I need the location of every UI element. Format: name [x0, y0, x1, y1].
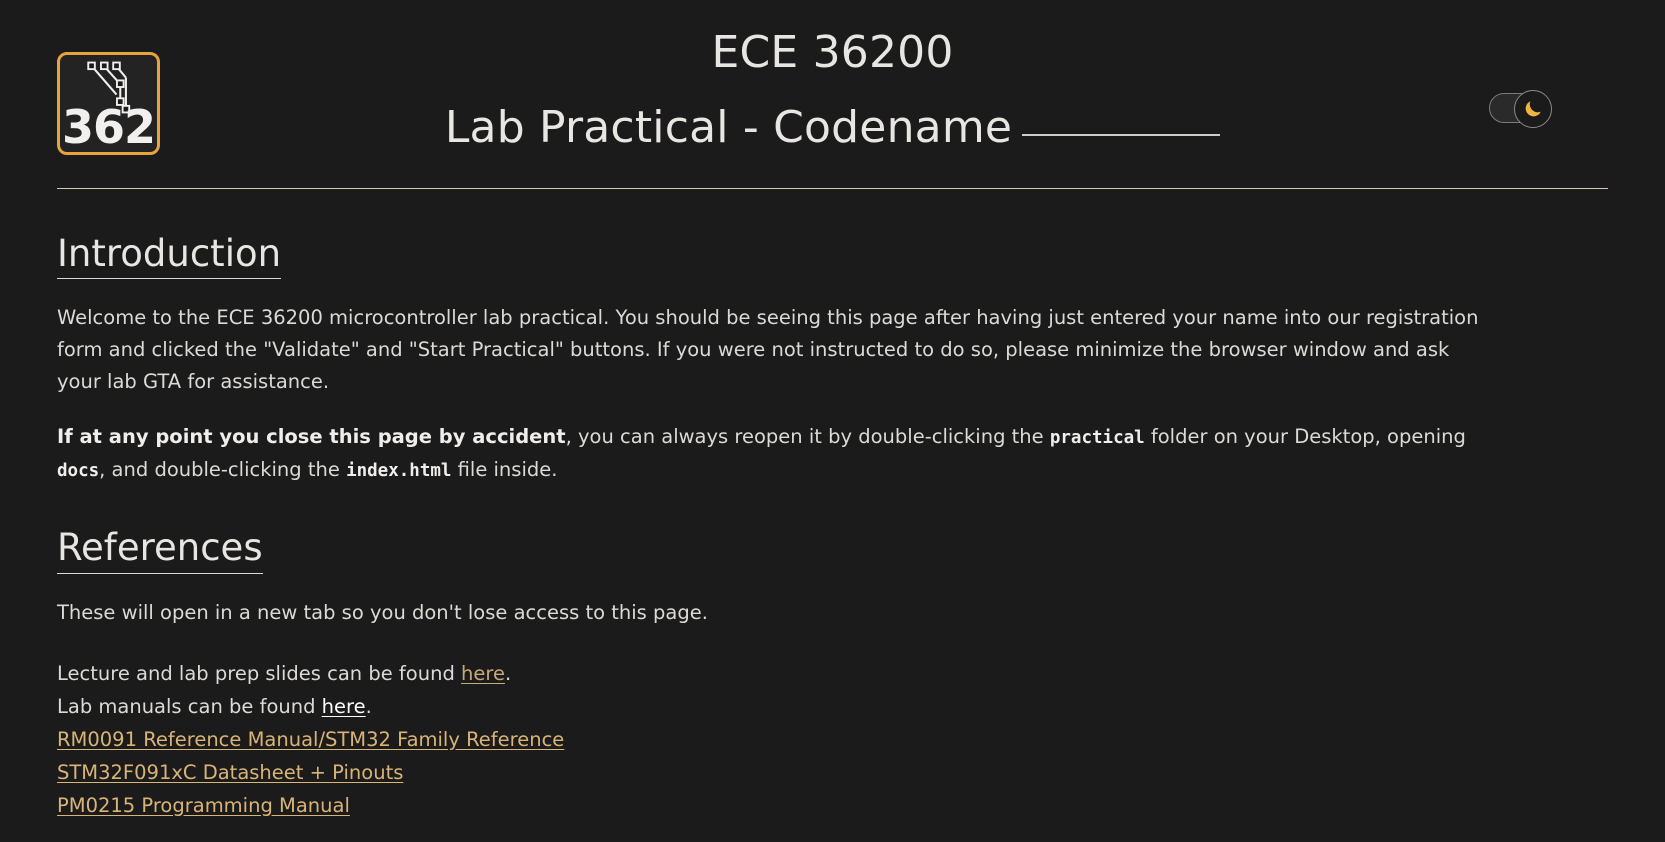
practical-title-text: Lab Practical - Codename — [444, 101, 1013, 153]
link-pm0215-programming-manual[interactable]: PM0215 Programming Manual — [57, 794, 350, 817]
reopen-text-d: file inside. — [451, 458, 558, 482]
page-title: ECE 36200 Lab Practical - Codename — [57, 27, 1608, 154]
list-item: Lab manuals can be found here. — [57, 690, 1608, 723]
practical-page: 362 ECE 36200 Lab Practical - Codename I… — [0, 0, 1665, 842]
practical-title: Lab Practical - Codename — [57, 101, 1608, 154]
page-content: Introduction Welcome to the ECE 36200 mi… — [57, 189, 1608, 822]
list-item: PM0215 Programming Manual — [57, 789, 1608, 822]
toggle-knob[interactable] — [1514, 90, 1552, 128]
list-item: Lecture and lab prep slides can be found… — [57, 657, 1608, 690]
reopen-text-b: folder on your Desktop, opening — [1144, 425, 1466, 449]
link-suffix: . — [365, 694, 372, 718]
code-practical: practical — [1049, 428, 1145, 449]
introduction-paragraph-1: Welcome to the ECE 36200 microcontroller… — [57, 306, 1479, 394]
heading-references: References — [57, 525, 263, 574]
reopen-text-a: , you can always reopen it by double-cli… — [565, 425, 1050, 449]
list-item: RM0091 Reference Manual/STM32 Family Ref… — [57, 723, 1608, 756]
references-intro: These will open in a new tab so you don'… — [57, 600, 708, 624]
heading-introduction: Introduction — [57, 231, 282, 280]
link-rm0091-reference-manual[interactable]: RM0091 Reference Manual/STM32 Family Ref… — [57, 728, 564, 751]
code-index-html: index.html — [346, 461, 452, 482]
moon-icon — [1525, 101, 1541, 117]
link-lab-manuals[interactable]: here — [322, 695, 366, 718]
dark-mode-toggle[interactable] — [1489, 90, 1552, 128]
link-prefix: Lecture and lab prep slides can be found — [57, 661, 462, 685]
reference-links-list: Lecture and lab prep slides can be found… — [57, 657, 1608, 822]
list-item: STM32F091xC Datasheet + Pinouts — [57, 756, 1608, 789]
code-docs: docs — [57, 461, 100, 482]
reopen-text-c: , and double-clicking the — [99, 458, 347, 482]
course-title: ECE 36200 — [711, 27, 954, 78]
page-header: 362 ECE 36200 Lab Practical - Codename — [57, 0, 1608, 180]
reopen-bold-lead: If at any point you close this page by a… — [57, 425, 566, 449]
link-prefix: Lab manuals can be found — [57, 694, 322, 718]
ece362-logo: 362 — [57, 52, 160, 155]
codename-blank — [1022, 133, 1221, 136]
link-suffix: . — [504, 661, 512, 685]
link-stm32f091xc-datasheet[interactable]: STM32F091xC Datasheet + Pinouts — [57, 761, 403, 784]
link-lecture-slides[interactable]: here — [461, 662, 505, 685]
logo-number: 362 — [61, 100, 156, 154]
introduction-paragraph-2: If at any point you close this page by a… — [57, 421, 1497, 487]
